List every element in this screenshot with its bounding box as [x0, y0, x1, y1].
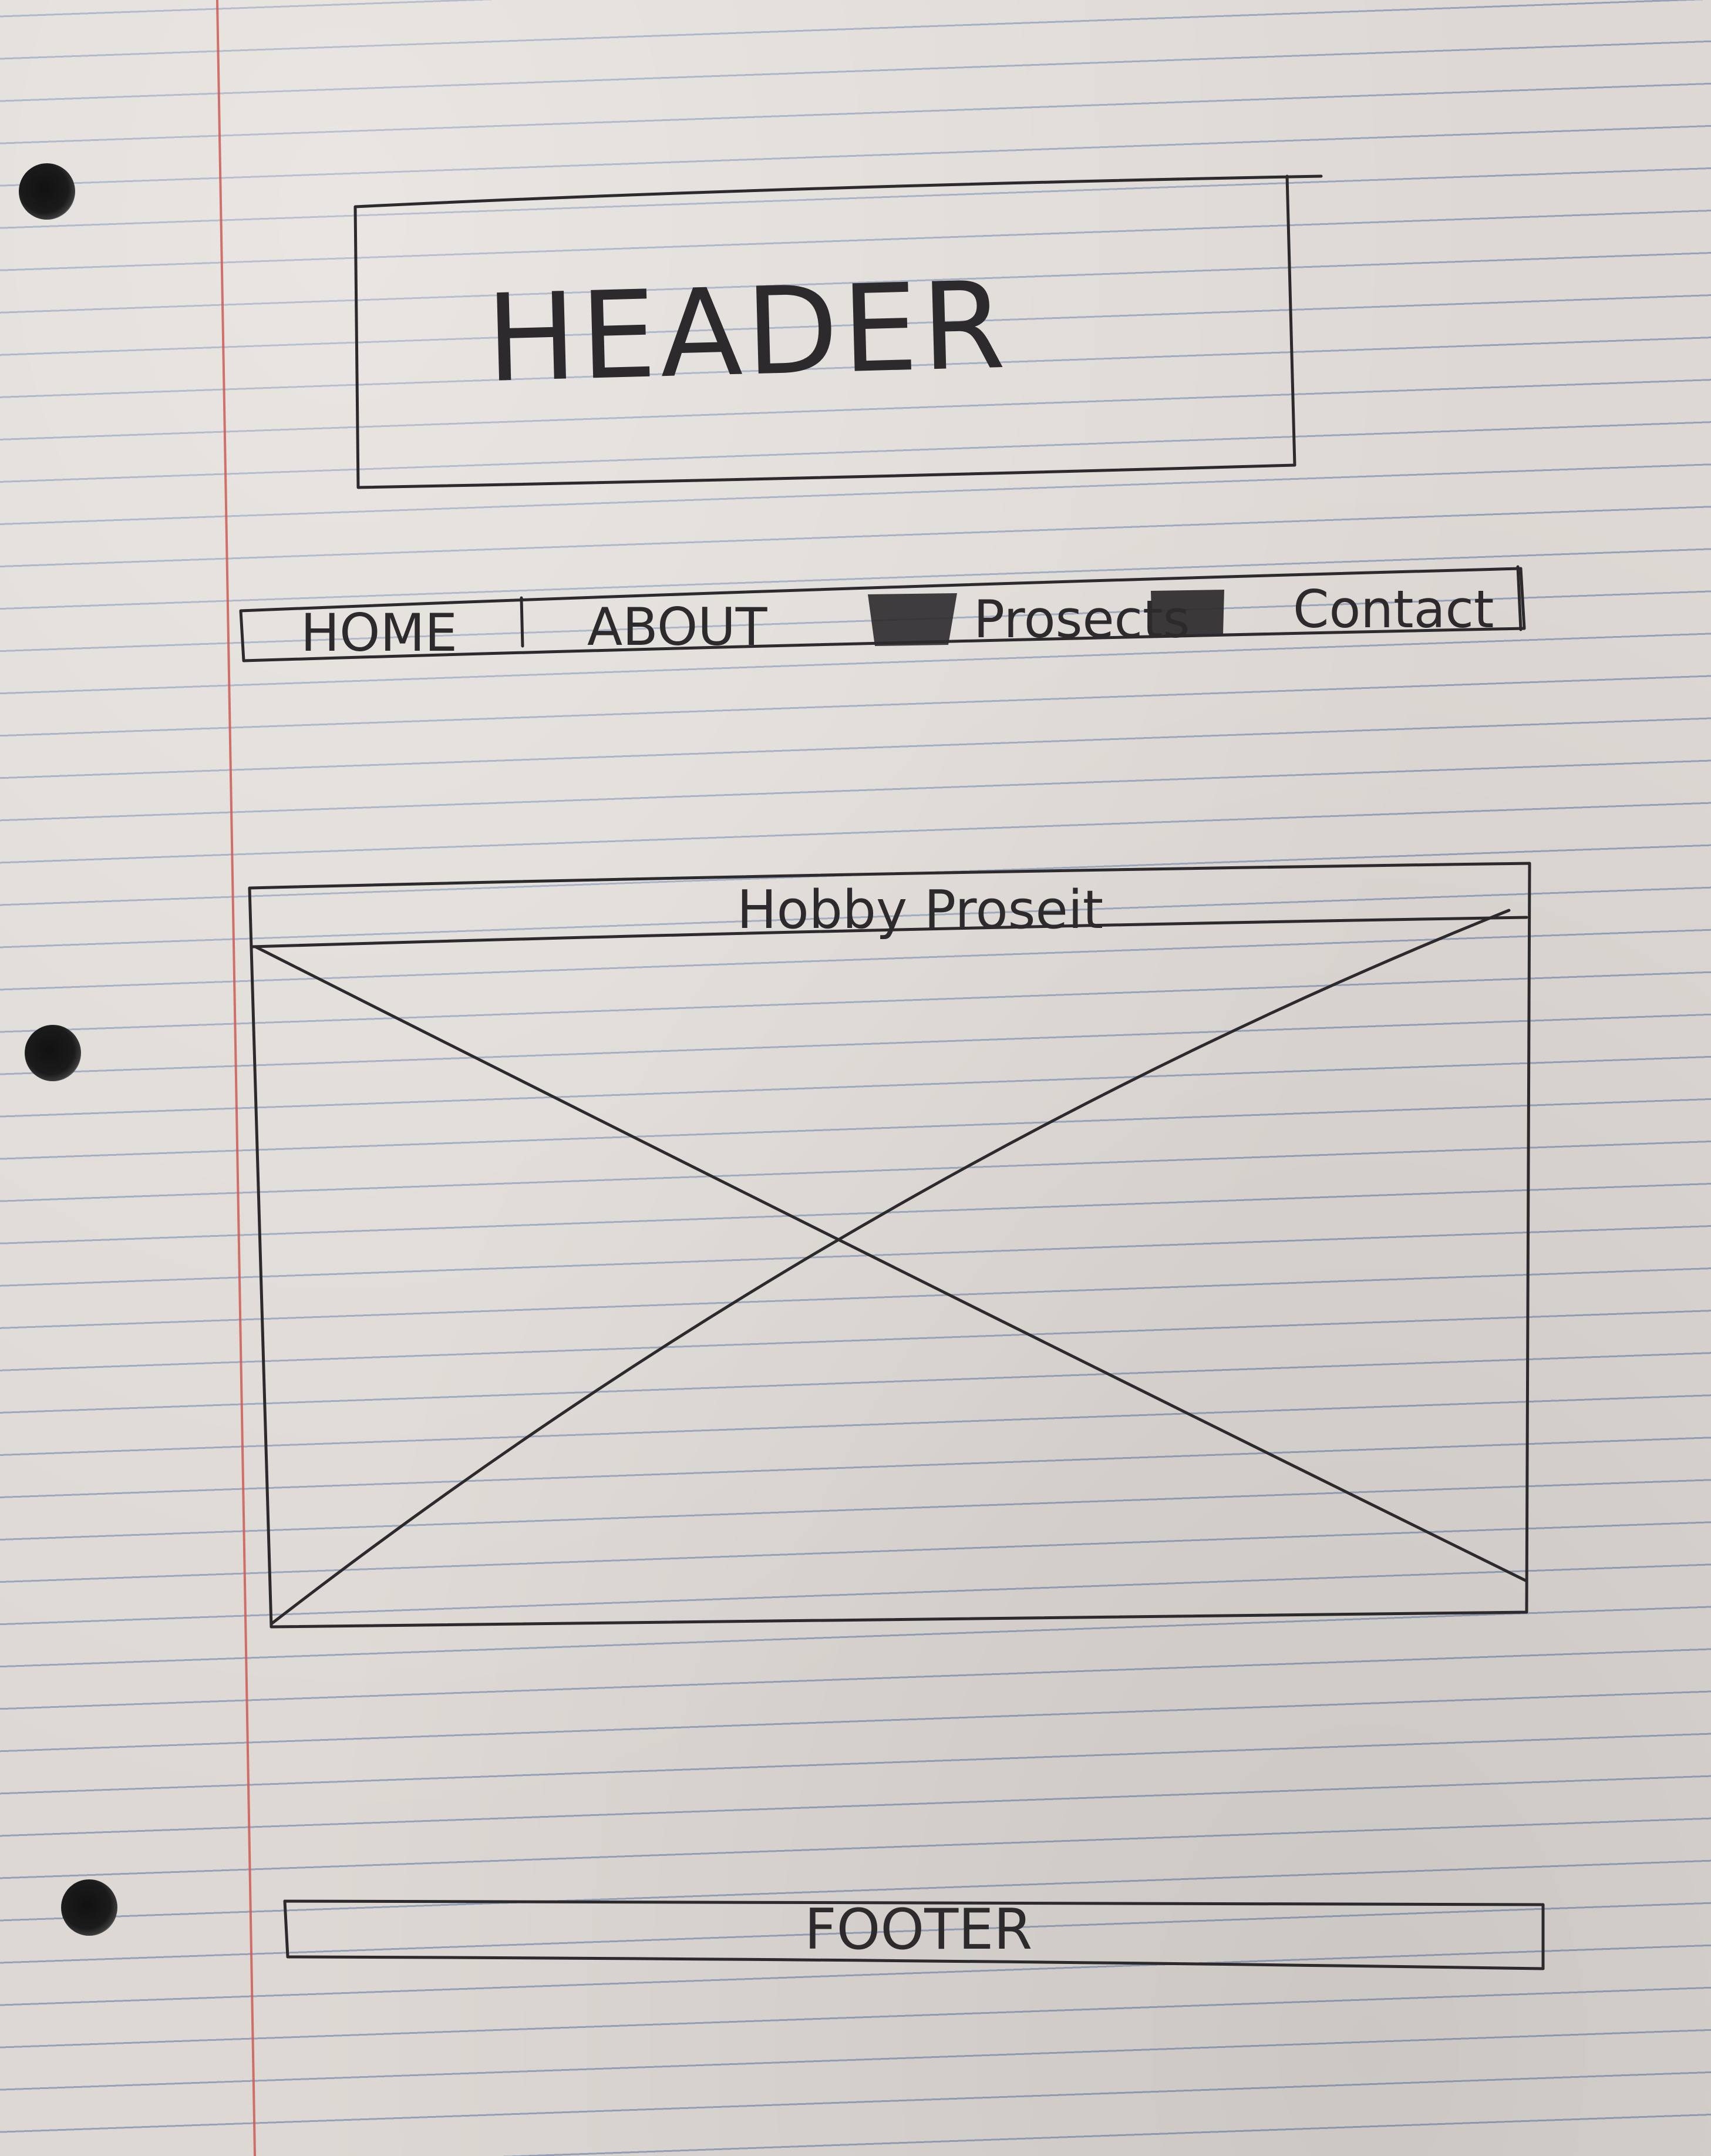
nav-item-contact[interactable]: Contact — [1293, 579, 1494, 640]
hobby-project-title: Hobby Proseit — [737, 879, 1103, 941]
nav-item-prosects[interactable]: Prosects — [974, 589, 1190, 650]
image-placeholder-x — [254, 909, 1528, 1626]
header-label: HEADER — [484, 256, 1011, 409]
nav-item-home[interactable]: HOME — [301, 603, 457, 663]
notebook-paper: HEADER HOME ABOUT Prosects Contact Hobby… — [0, 0, 1711, 2156]
hobby-project-box — [248, 862, 1531, 1629]
nav-item-about[interactable]: ABOUT — [587, 597, 768, 657]
wireframe-sketch: HEADER HOME ABOUT Prosects Contact Hobby… — [239, 174, 1545, 1970]
nav-divider-1 — [520, 596, 524, 648]
footer-label: FOOTER — [804, 1898, 1032, 1962]
